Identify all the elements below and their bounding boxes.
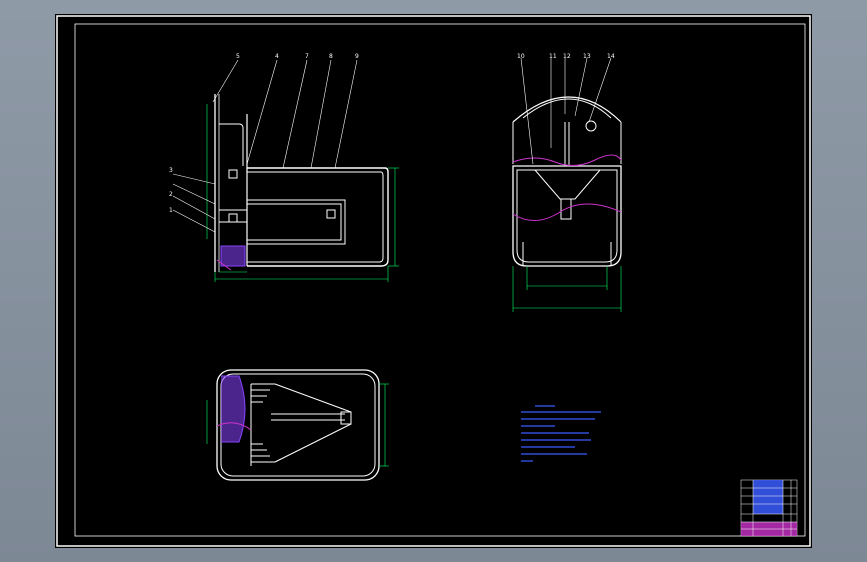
side-section-view — [512, 96, 622, 267]
front-view-leader-lines — [172, 59, 358, 233]
drawing-canvas[interactable]: 5 4 7 8 9 3 2 1 10 11 12 13 14 — [55, 14, 812, 548]
title-block — [740, 479, 798, 537]
drawing-sheet[interactable]: 5 4 7 8 9 3 2 1 10 11 12 13 14 — [55, 14, 812, 548]
part-label: 9 — [355, 53, 359, 60]
part-label: 1 — [169, 207, 173, 214]
part-label: 2 — [169, 191, 173, 198]
front-section-view — [214, 94, 389, 272]
part-label: 10 — [517, 53, 525, 60]
technical-notes — [521, 405, 601, 462]
side-view-dimensions — [512, 266, 622, 312]
part-label: 12 — [563, 53, 571, 60]
part-label: 5 — [236, 53, 240, 60]
inner-frame — [74, 23, 806, 537]
cad-viewport[interactable]: 5 4 7 8 9 3 2 1 10 11 12 13 14 — [0, 0, 867, 562]
outer-frame — [56, 15, 811, 547]
part-label: 13 — [583, 53, 591, 60]
part-label: 11 — [549, 53, 557, 60]
side-view-leader-lines — [520, 57, 612, 165]
part-label: 4 — [275, 53, 279, 60]
part-labels: 5 4 7 8 9 3 2 1 10 11 12 13 14 — [169, 53, 615, 214]
part-label: 3 — [169, 167, 173, 174]
part-label: 7 — [305, 53, 309, 60]
part-label: 8 — [329, 53, 333, 60]
plan-view — [216, 369, 380, 481]
part-label: 14 — [607, 53, 615, 60]
side-view-accent-waves — [512, 154, 622, 221]
